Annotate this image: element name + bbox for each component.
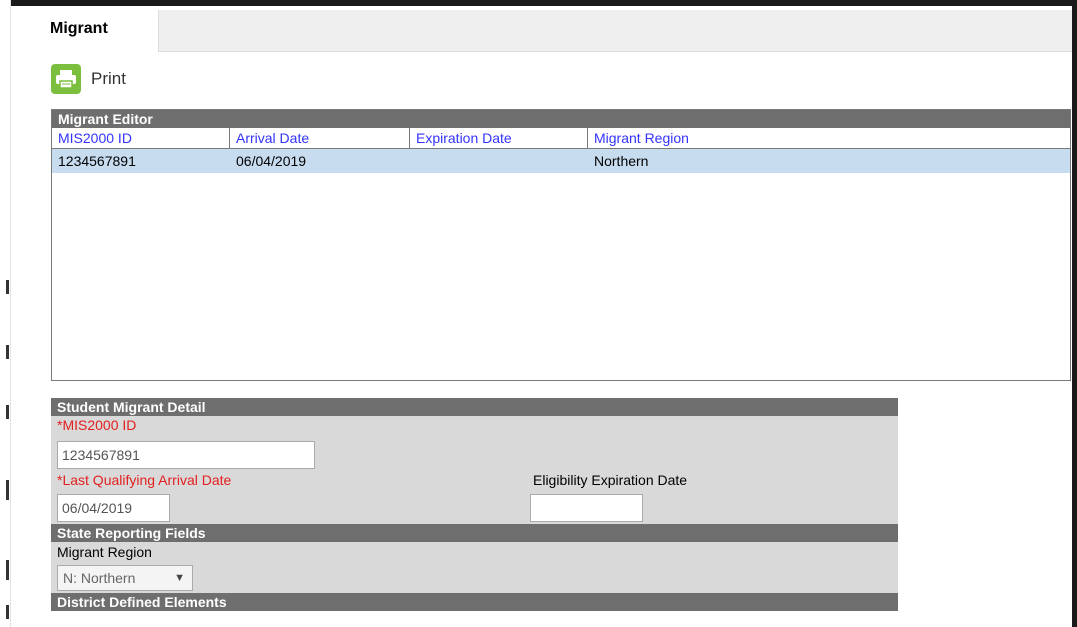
expiration-date-label: Eligibility Expiration Date xyxy=(533,472,688,488)
window-right-border xyxy=(1072,0,1077,627)
state-reporting-title: State Reporting Fields xyxy=(51,524,898,542)
cell-expiration-date xyxy=(410,149,588,173)
tab-migrant[interactable]: Migrant xyxy=(36,10,159,52)
table-row[interactable]: 1234567891 06/04/2019 Northern xyxy=(52,149,1070,173)
left-panel-edge xyxy=(0,0,11,627)
editor-title: Migrant Editor xyxy=(52,110,1070,128)
district-defined-title: District Defined Elements xyxy=(51,593,898,611)
migrant-region-select[interactable]: N: Northern ▼ xyxy=(57,565,193,591)
print-button[interactable]: Print xyxy=(51,61,126,97)
migrant-editor: Migrant Editor MIS2000 ID Arrival Date E… xyxy=(51,109,1071,381)
cell-arrival-date: 06/04/2019 xyxy=(236,153,307,169)
print-label: Print xyxy=(91,69,126,88)
arrival-date-label: *Last Qualifying Arrival Date xyxy=(57,472,232,488)
cell-mis-id: 1234567891 xyxy=(58,153,136,169)
student-migrant-detail: Student Migrant Detail *MIS2000 ID 12345… xyxy=(51,398,898,611)
column-header-expiration-date[interactable]: Expiration Date xyxy=(410,128,588,148)
mis-id-input[interactable]: 1234567891 xyxy=(57,441,315,469)
window-top-border xyxy=(0,0,1077,6)
chevron-down-icon: ▼ xyxy=(174,572,185,584)
expiration-date-input[interactable] xyxy=(530,494,643,522)
migrant-region-value: N: Northern xyxy=(63,570,136,586)
mis-id-label: *MIS2000 ID xyxy=(57,417,137,433)
migrant-region-label: Migrant Region xyxy=(57,544,152,560)
cell-migrant-region: Northern xyxy=(594,153,649,169)
column-header-mis-id[interactable]: MIS2000 ID xyxy=(52,128,230,148)
column-header-arrival-date[interactable]: Arrival Date xyxy=(230,128,410,148)
detail-title: Student Migrant Detail xyxy=(51,398,898,416)
printer-icon xyxy=(51,64,81,94)
editor-column-headers: MIS2000 ID Arrival Date Expiration Date … xyxy=(52,128,1070,149)
tab-bar: Migrant xyxy=(36,10,1072,52)
column-header-migrant-region[interactable]: Migrant Region xyxy=(588,128,1070,148)
arrival-date-input[interactable]: 06/04/2019 xyxy=(57,494,170,522)
